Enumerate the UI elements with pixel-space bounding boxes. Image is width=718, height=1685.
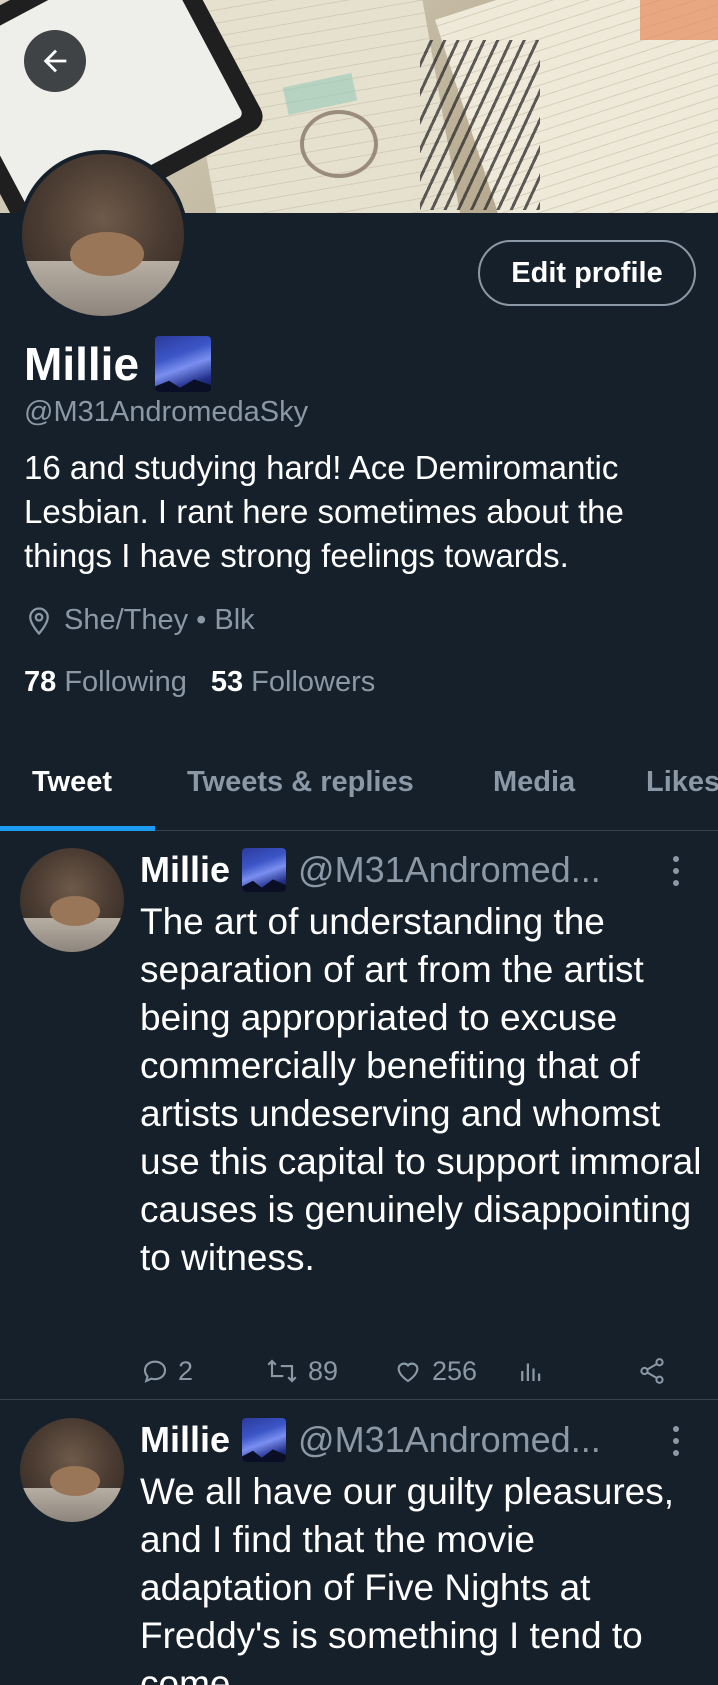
banner-spiral-binding [420,40,540,210]
profile-stats: 78 Following 53 Followers [24,666,375,699]
tweet-author-name: Millie [140,1419,231,1460]
tweet-actions: 2 89 256 [140,1351,680,1391]
tweet-avatar[interactable] [20,1418,124,1522]
reply-icon [143,1360,167,1383]
like-button[interactable]: 256 [392,1356,516,1387]
followers-label: Followers [251,666,376,698]
milky-way-emoji-icon [242,1418,287,1462]
heart-icon [397,1362,419,1383]
tweet-text: The art of understanding the separation … [140,901,702,1278]
banner-sticky-note [640,0,718,40]
profile-name: Millie [24,336,212,392]
profile-handle: @M31AndromedaSky [24,396,309,428]
following-label: Following [64,666,187,698]
tweet-header: Millie @M31Andromed... [140,1418,670,1462]
tweet-divider [0,1399,718,1400]
share-button[interactable] [636,1356,668,1386]
tweet-header: Millie @M31Andromed... [140,848,670,892]
tweet[interactable]: Millie @M31Andromed... We all have our g… [0,1408,718,1685]
tab-media[interactable]: Media [493,766,575,799]
back-button[interactable] [24,30,86,92]
edit-profile-button[interactable]: Edit profile [478,240,696,306]
analytics-button[interactable] [516,1356,636,1386]
like-count: 256 [432,1355,478,1386]
share-icon [640,1358,664,1384]
reply-button[interactable]: 2 [140,1356,264,1387]
retweet-button[interactable]: 89 [264,1356,392,1387]
reply-count: 2 [178,1355,194,1386]
tweet-author-handle: @M31Andromed... [298,849,601,890]
banner-glasses [300,110,378,178]
arrow-left-icon [43,49,67,73]
tweet-text: We all have our guilty pleasures, and I … [140,1471,675,1685]
retweet-count: 89 [308,1355,339,1386]
tweet-avatar[interactable] [20,848,124,952]
tweet-author-handle: @M31Andromed... [298,1419,601,1460]
profile-name-text: Millie [24,338,140,390]
profile-avatar[interactable] [18,150,188,320]
retweet-icon [267,1359,297,1383]
more-options-icon[interactable] [670,1426,682,1460]
analytics-icon [521,1363,541,1381]
tab-tweet[interactable]: Tweet [32,766,112,799]
profile-location-text: She/They • Blk [64,604,255,636]
active-tab-indicator [0,826,155,831]
profile-bio: 16 and studying hard! Ace Demiromantic L… [24,449,624,574]
milky-way-emoji-icon [155,336,212,392]
following-link[interactable]: 78 Following [24,666,187,699]
tweet-author-name: Millie [140,849,231,890]
following-count: 78 [24,666,57,698]
tweet[interactable]: Millie @M31Andromed... The art of unders… [0,838,718,1398]
profile-location: She/They • Blk [24,604,255,637]
tab-tweets-replies[interactable]: Tweets & replies [187,766,414,799]
profile-tabs: Tweet Tweets & replies Media Likes [0,752,718,832]
tab-likes[interactable]: Likes [646,766,718,799]
followers-link[interactable]: 53 Followers [211,666,375,699]
more-options-icon[interactable] [670,856,682,890]
milky-way-emoji-icon [242,848,287,892]
location-pin-icon [29,606,49,635]
followers-count: 53 [210,666,244,698]
